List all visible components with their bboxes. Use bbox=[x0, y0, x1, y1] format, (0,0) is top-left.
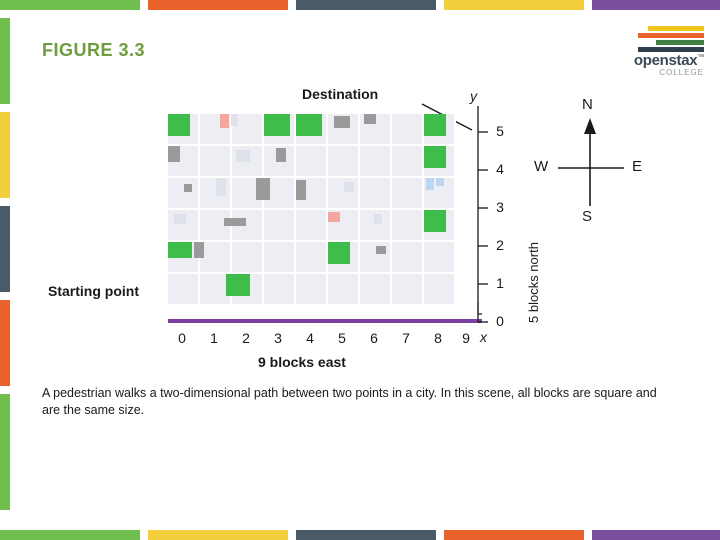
openstax-logo: openstax™ COLLEGE bbox=[594, 26, 704, 77]
page-title: FIGURE 3.3 bbox=[42, 40, 146, 60]
left-strip-yellow bbox=[0, 112, 10, 198]
logo-wordmark-text: openstax bbox=[633, 52, 698, 69]
destination-label: Destination bbox=[302, 86, 379, 102]
compass-rose: N S E W bbox=[520, 96, 660, 226]
logo-bar-green bbox=[656, 40, 704, 45]
x-tick-0: 0 bbox=[178, 330, 186, 346]
y-tick-1: 1 bbox=[496, 275, 504, 291]
y-tick-0: 0 bbox=[496, 313, 504, 329]
figure-diagram: Destination Starting point y 5 4 3 2 1 0… bbox=[40, 78, 680, 370]
x-tick-8: 8 bbox=[434, 330, 442, 346]
y-tick-2: 2 bbox=[496, 237, 504, 253]
x-tick-3: 3 bbox=[274, 330, 282, 346]
logo-bar-orange bbox=[638, 33, 704, 38]
logo-bars bbox=[596, 26, 704, 54]
x-axis-letter: x bbox=[480, 329, 487, 345]
walking-path bbox=[168, 302, 482, 323]
logo-bar-yellow bbox=[648, 26, 704, 31]
x-axis-caption: 9 blocks east bbox=[258, 354, 346, 370]
compass-north: N bbox=[582, 96, 593, 113]
starting-point-label: Starting point bbox=[48, 283, 139, 299]
x-tick-5: 5 bbox=[338, 330, 346, 346]
bottom-bar-green bbox=[0, 530, 140, 540]
top-bar-orange bbox=[148, 0, 288, 10]
bottom-bar-slate bbox=[296, 530, 436, 540]
compass-west: W bbox=[534, 158, 549, 175]
bottom-bar-orange bbox=[444, 530, 584, 540]
logo-subtitle: COLLEGE bbox=[659, 68, 704, 77]
top-bar-green bbox=[0, 0, 140, 10]
x-tick-4: 4 bbox=[306, 330, 314, 346]
y-axis-letter: y bbox=[470, 88, 477, 104]
left-strip-orange bbox=[0, 300, 10, 386]
left-strip-green bbox=[0, 18, 10, 104]
y-axis-caption: 5 blocks north bbox=[526, 242, 541, 323]
y-tick-5: 5 bbox=[496, 123, 504, 139]
slide-page: FIGURE 3.3 openstax™ COLLEGE Destination… bbox=[0, 0, 720, 540]
x-tick-1: 1 bbox=[210, 330, 218, 346]
x-tick-9: 9 bbox=[462, 330, 470, 346]
x-tick-7: 7 bbox=[402, 330, 410, 346]
left-strip-green-2 bbox=[0, 394, 10, 510]
x-tick-2: 2 bbox=[242, 330, 250, 346]
top-bar-purple bbox=[592, 0, 720, 10]
logo-wordmark: openstax™ bbox=[634, 52, 704, 69]
bottom-bar-yellow bbox=[148, 530, 288, 540]
compass-south: S bbox=[582, 208, 593, 225]
y-tick-3: 3 bbox=[496, 199, 504, 215]
y-tick-4: 4 bbox=[496, 161, 504, 177]
compass-east: E bbox=[632, 158, 643, 175]
x-tick-6: 6 bbox=[370, 330, 378, 346]
bottom-bar-purple bbox=[592, 530, 720, 540]
logo-trademark: ™ bbox=[697, 54, 704, 61]
left-strip-slate bbox=[0, 206, 10, 292]
top-bar-slate bbox=[296, 0, 436, 10]
figure-caption: A pedestrian walks a two-dimensional pat… bbox=[42, 386, 657, 417]
y-axis bbox=[477, 106, 488, 323]
top-bar-yellow bbox=[444, 0, 584, 10]
